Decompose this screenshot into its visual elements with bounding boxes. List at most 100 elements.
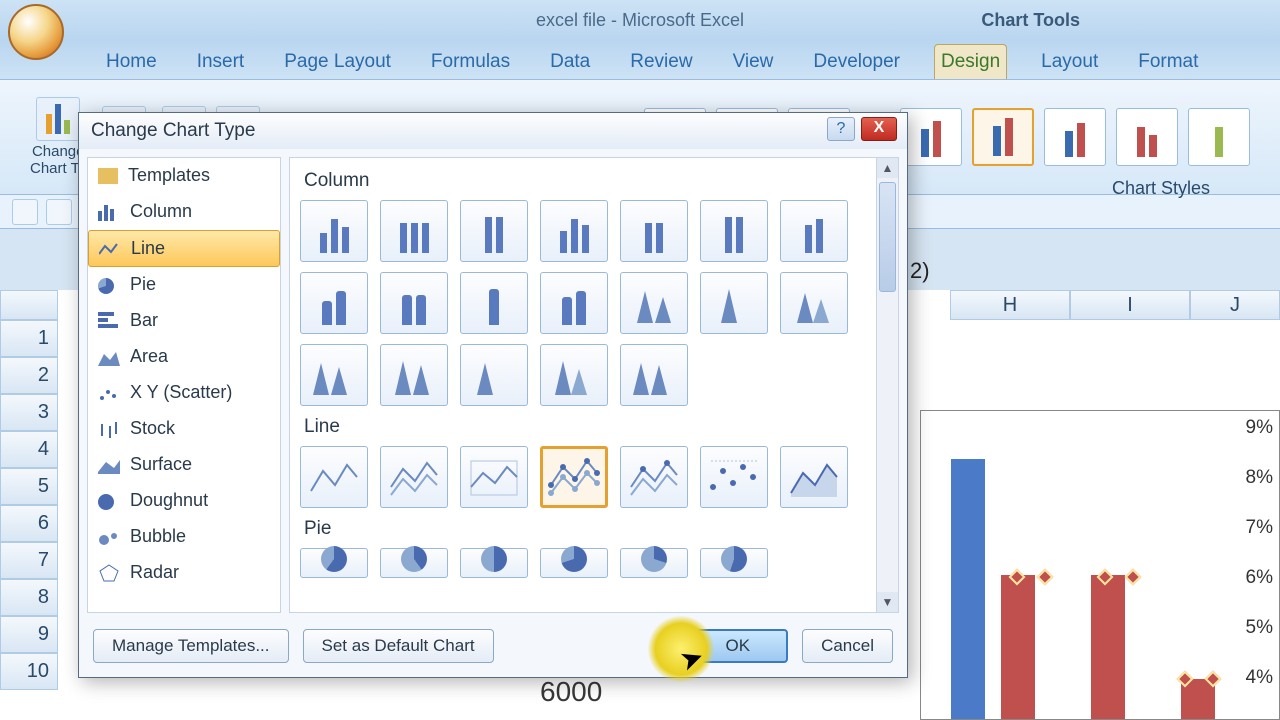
scroll-down-icon[interactable]: ▼: [877, 592, 898, 612]
row-header[interactable]: 5: [0, 468, 58, 505]
tab-review[interactable]: Review: [624, 45, 698, 79]
category-line[interactable]: Line: [88, 230, 280, 267]
chart-subtype-thumb[interactable]: [460, 344, 528, 406]
style-thumb[interactable]: [900, 108, 962, 166]
chart-subtype-thumb[interactable]: [380, 344, 448, 406]
chart-subtype-thumb[interactable]: [460, 446, 528, 508]
tab-page-layout[interactable]: Page Layout: [278, 45, 397, 79]
col-header[interactable]: J: [1190, 290, 1280, 320]
chart-subtype-thumb[interactable]: [620, 272, 688, 334]
row-header[interactable]: 4: [0, 431, 58, 468]
chart-subtype-thumb[interactable]: [620, 200, 688, 262]
chart-subtype-thumb[interactable]: [700, 446, 768, 508]
chart-ylabel: 5%: [1246, 617, 1273, 639]
tab-formulas[interactable]: Formulas: [425, 45, 516, 79]
chart-subtype-thumb[interactable]: [780, 200, 848, 262]
ok-button[interactable]: OK: [688, 629, 789, 663]
tab-developer[interactable]: Developer: [807, 45, 906, 79]
category-column[interactable]: Column: [88, 194, 280, 230]
chart-subtype-thumb[interactable]: [460, 548, 528, 578]
chart-subtype-thumb[interactable]: [380, 200, 448, 262]
chart-subtype-thumb[interactable]: [300, 548, 368, 578]
category-scatter[interactable]: X Y (Scatter): [88, 375, 280, 411]
chart-subtype-thumb[interactable]: [620, 446, 688, 508]
tab-view[interactable]: View: [727, 45, 780, 79]
chart-marker: [1125, 569, 1142, 586]
section-pie: Pie: [304, 518, 870, 540]
tab-insert[interactable]: Insert: [191, 45, 251, 79]
embedded-chart[interactable]: 9% 8% 7% 6% 5% 4%: [920, 410, 1280, 720]
tab-design[interactable]: Design: [934, 44, 1007, 79]
category-bubble[interactable]: Bubble: [88, 519, 280, 555]
row-header[interactable]: 1: [0, 320, 58, 357]
chart-styles-gallery[interactable]: [900, 108, 1250, 166]
bar-chart-icon: [98, 312, 120, 330]
office-button[interactable]: [8, 4, 64, 60]
row-header[interactable]: 6: [0, 505, 58, 542]
chart-subtype-thumb[interactable]: [780, 446, 848, 508]
chart-subtype-thumb[interactable]: [540, 200, 608, 262]
chart-bar: [1001, 575, 1035, 719]
chart-subtype-thumb[interactable]: [620, 548, 688, 578]
tab-data[interactable]: Data: [544, 45, 596, 79]
chart-subtype-thumb[interactable]: [300, 344, 368, 406]
category-bar[interactable]: Bar: [88, 303, 280, 339]
dialog-titlebar[interactable]: Change Chart Type ? X: [79, 113, 907, 149]
style-thumb-selected[interactable]: [972, 108, 1034, 166]
chart-subtype-thumb[interactable]: [700, 548, 768, 578]
save-icon[interactable]: [12, 199, 38, 225]
category-stock[interactable]: Stock: [88, 411, 280, 447]
tab-layout[interactable]: Layout: [1035, 45, 1104, 79]
style-thumb[interactable]: [1116, 108, 1178, 166]
chart-subtype-thumb[interactable]: [700, 200, 768, 262]
col-header[interactable]: I: [1070, 290, 1190, 320]
undo-icon[interactable]: [46, 199, 72, 225]
chart-subtype-thumb[interactable]: [460, 200, 528, 262]
category-surface[interactable]: Surface: [88, 447, 280, 483]
chart-subtype-thumb[interactable]: [380, 548, 448, 578]
row-header[interactable]: 8: [0, 579, 58, 616]
chart-subtype-thumb[interactable]: [460, 272, 528, 334]
row-header[interactable]: 10: [0, 653, 58, 690]
close-icon[interactable]: X: [861, 117, 897, 141]
category-area[interactable]: Area: [88, 339, 280, 375]
chart-subtype-thumb[interactable]: [380, 446, 448, 508]
chart-subtype-thumb[interactable]: [300, 272, 368, 334]
chart-subtype-thumb[interactable]: [540, 344, 608, 406]
surface-chart-icon: [98, 456, 120, 474]
chart-subtype-thumb[interactable]: [300, 446, 368, 508]
scroll-handle[interactable]: [879, 182, 896, 292]
chart-subtype-thumb[interactable]: [620, 344, 688, 406]
category-pie[interactable]: Pie: [88, 267, 280, 303]
chart-subtype-thumb-selected[interactable]: [540, 446, 608, 508]
category-radar[interactable]: Radar: [88, 555, 280, 591]
row-header[interactable]: 7: [0, 542, 58, 579]
col-header[interactable]: H: [950, 290, 1070, 320]
chart-subtype-thumb[interactable]: [300, 200, 368, 262]
manage-templates-button[interactable]: Manage Templates...: [93, 629, 289, 663]
tab-home[interactable]: Home: [100, 45, 163, 79]
gallery-scrollbar[interactable]: ▲ ▼: [876, 158, 898, 612]
row-header[interactable]: 2: [0, 357, 58, 394]
select-all-corner[interactable]: [0, 290, 58, 320]
category-label: Column: [130, 201, 192, 222]
row-header[interactable]: 9: [0, 616, 58, 653]
chart-subtype-thumb[interactable]: [540, 548, 608, 578]
row-header[interactable]: 3: [0, 394, 58, 431]
category-label: Doughnut: [130, 490, 208, 511]
tab-format[interactable]: Format: [1132, 45, 1204, 79]
cancel-button[interactable]: Cancel: [802, 629, 893, 663]
chart-subtype-thumb[interactable]: [780, 272, 848, 334]
style-thumb[interactable]: [1044, 108, 1106, 166]
set-default-chart-button[interactable]: Set as Default Chart: [303, 629, 494, 663]
window-title: excel file - Microsoft Excel: [536, 10, 744, 31]
chart-subtype-thumb[interactable]: [540, 272, 608, 334]
chart-subtype-thumb[interactable]: [380, 272, 448, 334]
category-templates[interactable]: Templates: [88, 158, 280, 194]
chart-subtype-thumb[interactable]: [700, 272, 768, 334]
help-icon[interactable]: ?: [827, 117, 855, 141]
chart-bar: [1091, 575, 1125, 719]
scroll-up-icon[interactable]: ▲: [877, 158, 898, 178]
style-thumb[interactable]: [1188, 108, 1250, 166]
category-doughnut[interactable]: Doughnut: [88, 483, 280, 519]
